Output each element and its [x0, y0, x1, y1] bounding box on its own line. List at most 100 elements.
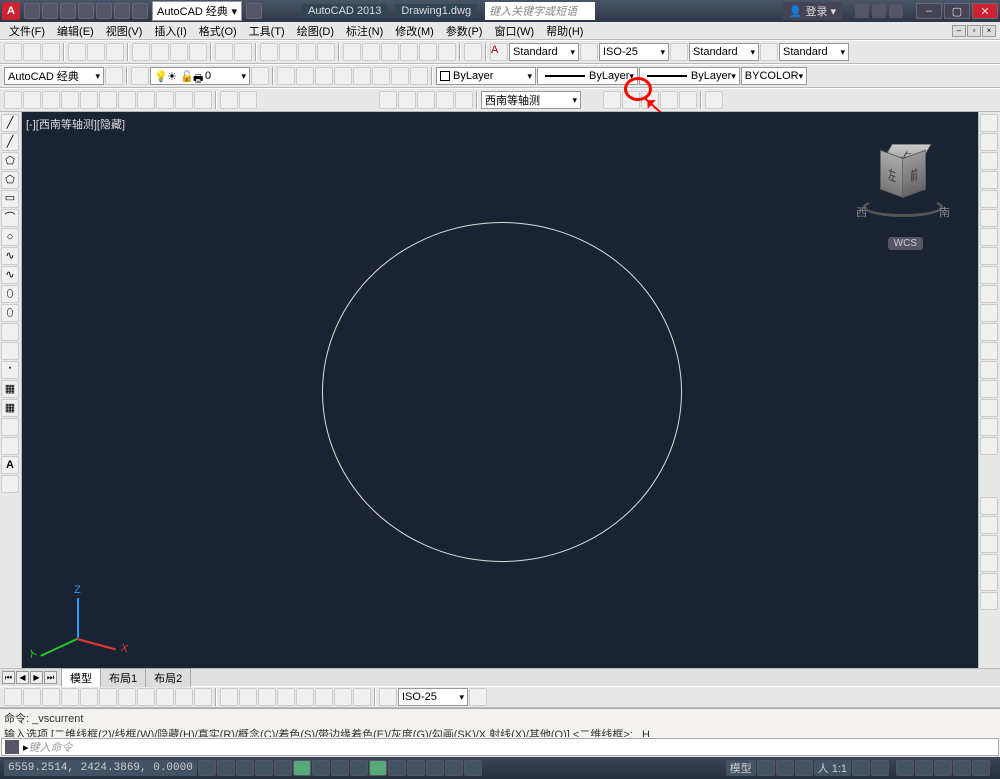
- table-style-icon[interactable]: [670, 43, 688, 61]
- dim-radius-icon[interactable]: [80, 688, 98, 706]
- properties-icon[interactable]: [343, 43, 361, 61]
- named-views-icon[interactable]: [4, 91, 22, 109]
- view-right-icon[interactable]: [80, 91, 98, 109]
- mdi-restore-button[interactable]: ▫: [967, 25, 981, 37]
- erase-icon[interactable]: [980, 114, 998, 132]
- dim-style-mgr-icon[interactable]: [469, 688, 487, 706]
- line-icon[interactable]: [1, 114, 19, 132]
- menu-insert[interactable]: 插入(I): [149, 22, 191, 40]
- xline-icon[interactable]: [1, 133, 19, 151]
- command-window[interactable]: 命令: _vscurrent 输入选项 [二维线框(2)/线框(W)/隐藏(H)…: [0, 708, 1000, 756]
- workspace-dropdown[interactable]: AutoCAD 经典: [152, 1, 242, 21]
- qat-redo-icon[interactable]: [132, 3, 148, 19]
- redo-icon[interactable]: [234, 43, 252, 61]
- layer-unlock-icon[interactable]: [410, 67, 428, 85]
- draworder-icon[interactable]: [980, 497, 998, 515]
- maximize-button[interactable]: ▢: [944, 3, 970, 19]
- plotstyle-dropdown[interactable]: BYCOLOR: [741, 67, 807, 85]
- camera-icon[interactable]: [220, 91, 238, 109]
- mdi-minimize-button[interactable]: –: [952, 25, 966, 37]
- menu-format[interactable]: 格式(O): [194, 22, 242, 40]
- publish-icon[interactable]: [106, 43, 124, 61]
- view-bottom-icon[interactable]: [42, 91, 60, 109]
- layer-make-current-icon[interactable]: [277, 67, 295, 85]
- menu-modify[interactable]: 修改(M): [390, 22, 439, 40]
- sb-osnap-icon[interactable]: [293, 760, 311, 776]
- addselected-icon[interactable]: [1, 475, 19, 493]
- tab-prev-button[interactable]: ◀: [16, 671, 29, 684]
- save-icon[interactable]: [42, 43, 60, 61]
- dim-style-dropdown[interactable]: ISO-25: [599, 43, 669, 61]
- dim-break-icon[interactable]: [239, 688, 257, 706]
- markup-icon[interactable]: [419, 43, 437, 61]
- copy-icon[interactable]: [151, 43, 169, 61]
- undo-icon[interactable]: [215, 43, 233, 61]
- qat-saveas-icon[interactable]: [78, 3, 94, 19]
- layer-previous-icon[interactable]: [251, 67, 269, 85]
- workspace-selector[interactable]: AutoCAD 经典: [4, 67, 104, 85]
- paste-icon[interactable]: [170, 43, 188, 61]
- dim-arc-icon[interactable]: [42, 688, 60, 706]
- view-sw-iso-icon[interactable]: [137, 91, 155, 109]
- sb-anno-scale-icon[interactable]: [795, 760, 813, 776]
- draworder2-icon[interactable]: [980, 516, 998, 534]
- fillet-icon[interactable]: [980, 399, 998, 417]
- layer-off-icon[interactable]: [372, 67, 390, 85]
- tab-first-button[interactable]: ⏮: [2, 671, 15, 684]
- draworder3-icon[interactable]: [980, 535, 998, 553]
- sb-quickview-dwgs-icon[interactable]: [776, 760, 794, 776]
- mdi-close-button[interactable]: ×: [982, 25, 996, 37]
- mleader-style-dropdown[interactable]: Standard: [779, 43, 849, 61]
- vs-realistic-icon[interactable]: [660, 91, 678, 109]
- menu-draw[interactable]: 绘图(D): [292, 22, 339, 40]
- sb-am-icon[interactable]: [464, 760, 482, 776]
- coords-readout[interactable]: 6559.2514, 2424.3869, 0.0000: [4, 760, 197, 776]
- dim-linear-icon[interactable]: [4, 688, 22, 706]
- sb-anno-vis-icon[interactable]: [852, 760, 870, 776]
- break-icon[interactable]: [980, 342, 998, 360]
- jog-line-icon[interactable]: [315, 688, 333, 706]
- dim-aligned-icon[interactable]: [23, 688, 41, 706]
- dim-update-icon[interactable]: [379, 688, 397, 706]
- draworder5-icon[interactable]: [980, 573, 998, 591]
- menu-parametric[interactable]: 参数(P): [441, 22, 488, 40]
- exchange-help-icon[interactable]: [889, 4, 903, 18]
- sb-ws-switch-icon[interactable]: [896, 760, 914, 776]
- viewcube-left[interactable]: 左: [880, 150, 904, 199]
- dim-style-icon[interactable]: [580, 43, 598, 61]
- array-icon[interactable]: [980, 190, 998, 208]
- qat-undo-icon[interactable]: [114, 3, 130, 19]
- mleader-style-icon[interactable]: [760, 43, 778, 61]
- layer-lock2-icon[interactable]: [391, 67, 409, 85]
- dim-continue-icon[interactable]: [194, 688, 212, 706]
- zoom-realtime-icon[interactable]: [279, 43, 297, 61]
- chamfer-icon[interactable]: [980, 380, 998, 398]
- exchange-x-icon[interactable]: [855, 4, 869, 18]
- explode-icon[interactable]: [980, 437, 998, 455]
- close-button[interactable]: ✕: [972, 3, 998, 19]
- dim-edit-icon[interactable]: [334, 688, 352, 706]
- menu-edit[interactable]: 编辑(E): [52, 22, 99, 40]
- sb-model-button[interactable]: 模型: [726, 760, 756, 776]
- sb-hardware-accel-icon[interactable]: [934, 760, 952, 776]
- sb-ducs-icon[interactable]: [350, 760, 368, 776]
- copy2-icon[interactable]: [980, 133, 998, 151]
- region-icon[interactable]: [1, 418, 19, 436]
- view-se-iso-icon[interactable]: [156, 91, 174, 109]
- matchprop-icon[interactable]: [189, 43, 207, 61]
- join-icon[interactable]: [980, 361, 998, 379]
- polyline-icon[interactable]: [1, 152, 19, 170]
- zoom-window-icon[interactable]: [298, 43, 316, 61]
- table-icon[interactable]: [1, 437, 19, 455]
- qat-open-icon[interactable]: [42, 3, 58, 19]
- vs-manager-icon[interactable]: [705, 91, 723, 109]
- layer-uniso-icon[interactable]: [334, 67, 352, 85]
- blend-icon[interactable]: [980, 418, 998, 436]
- view-name-dropdown[interactable]: 西南等轴测: [481, 91, 581, 109]
- view-top-icon[interactable]: [23, 91, 41, 109]
- sb-isolate-icon[interactable]: [953, 760, 971, 776]
- revcloud-icon[interactable]: [1, 247, 19, 265]
- drawing-area[interactable]: [-][西南等轴测][隐藏] 上 左 前 西 南 WCS: [22, 112, 978, 668]
- ellipse-icon[interactable]: [1, 285, 19, 303]
- polygon-icon[interactable]: [1, 171, 19, 189]
